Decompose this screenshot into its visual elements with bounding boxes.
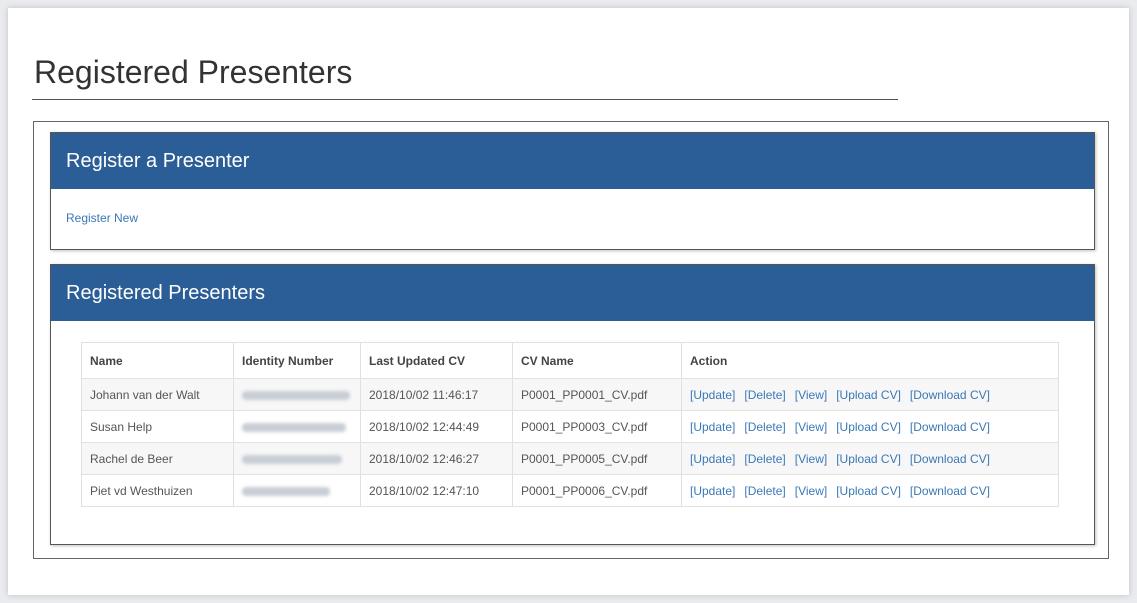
redacted-identity-number bbox=[242, 486, 330, 496]
download-cv-link[interactable]: [Download CV] bbox=[910, 452, 990, 466]
view-link[interactable]: [View] bbox=[795, 452, 827, 466]
page-card: Registered Presenters Register a Present… bbox=[8, 8, 1129, 595]
cell-name: Piet vd Westhuizen bbox=[81, 474, 234, 507]
download-cv-link[interactable]: [Download CV] bbox=[910, 420, 990, 434]
upload-cv-link[interactable]: [Upload CV] bbox=[836, 484, 901, 498]
presenters-table: Name Identity Number Last Updated CV CV … bbox=[81, 342, 1059, 507]
cell-identity-number bbox=[233, 474, 361, 507]
upload-cv-link[interactable]: [Upload CV] bbox=[836, 388, 901, 402]
download-cv-link[interactable]: [Download CV] bbox=[910, 484, 990, 498]
cell-last-updated: 2018/10/02 12:44:49 bbox=[360, 410, 513, 443]
cell-actions: [Update] [Delete] [View] [Upload CV] [Downlo… bbox=[681, 474, 1059, 507]
update-link[interactable]: [Update] bbox=[690, 452, 735, 466]
column-header-identity-number: Identity Number bbox=[233, 342, 361, 379]
update-link[interactable]: [Update] bbox=[690, 388, 735, 402]
cell-actions: [Update] [Delete] [View] [Upload CV] [Downlo… bbox=[681, 378, 1059, 411]
cell-identity-number bbox=[233, 410, 361, 443]
register-panel-header: Register a Presenter bbox=[51, 133, 1094, 189]
column-header-action: Action bbox=[681, 342, 1059, 379]
cell-name: Susan Help bbox=[81, 410, 234, 443]
cell-identity-number bbox=[233, 378, 361, 411]
delete-link[interactable]: [Delete] bbox=[744, 388, 785, 402]
table-row: Susan Help 2018/10/02 12:44:49 P0001_PP0… bbox=[81, 410, 1059, 443]
update-link[interactable]: [Update] bbox=[690, 484, 735, 498]
upload-cv-link[interactable]: [Upload CV] bbox=[836, 420, 901, 434]
cell-name: Rachel de Beer bbox=[81, 442, 234, 475]
register-panel: Register a Presenter Register New bbox=[50, 132, 1095, 250]
table-row: Rachel de Beer 2018/10/02 12:46:27 P0001… bbox=[81, 442, 1059, 475]
download-cv-link[interactable]: [Download CV] bbox=[910, 388, 990, 402]
upload-cv-link[interactable]: [Upload CV] bbox=[836, 452, 901, 466]
redacted-identity-number bbox=[242, 390, 350, 400]
page-title: Registered Presenters bbox=[34, 54, 353, 90]
table-row: Johann van der Walt 2018/10/02 11:46:17 … bbox=[81, 378, 1059, 411]
cell-cv-name: P0001_PP0003_CV.pdf bbox=[512, 410, 682, 443]
delete-link[interactable]: [Delete] bbox=[744, 484, 785, 498]
content-container: Register a Presenter Register New Regist… bbox=[33, 121, 1109, 559]
column-header-cv-name: CV Name bbox=[512, 342, 682, 379]
redacted-identity-number bbox=[242, 422, 346, 432]
view-link[interactable]: [View] bbox=[795, 420, 827, 434]
view-link[interactable]: [View] bbox=[795, 388, 827, 402]
table-row: Piet vd Westhuizen 2018/10/02 12:47:10 P… bbox=[81, 474, 1059, 507]
register-new-link[interactable]: Register New bbox=[66, 211, 138, 225]
delete-link[interactable]: [Delete] bbox=[744, 420, 785, 434]
column-header-last-updated: Last Updated CV bbox=[360, 342, 513, 379]
cell-last-updated: 2018/10/02 12:46:27 bbox=[360, 442, 513, 475]
cell-actions: [Update] [Delete] [View] [Upload CV] [Downlo… bbox=[681, 410, 1059, 443]
cell-cv-name: P0001_PP0005_CV.pdf bbox=[512, 442, 682, 475]
update-link[interactable]: [Update] bbox=[690, 420, 735, 434]
cell-cv-name: P0001_PP0006_CV.pdf bbox=[512, 474, 682, 507]
presenters-panel: Registered Presenters Name Identity Numb… bbox=[50, 264, 1095, 545]
cell-identity-number bbox=[233, 442, 361, 475]
table-header-row: Name Identity Number Last Updated CV CV … bbox=[81, 342, 1059, 379]
cell-last-updated: 2018/10/02 11:46:17 bbox=[360, 378, 513, 411]
title-divider bbox=[32, 99, 898, 100]
delete-link[interactable]: [Delete] bbox=[744, 452, 785, 466]
cell-last-updated: 2018/10/02 12:47:10 bbox=[360, 474, 513, 507]
cell-actions: [Update] [Delete] [View] [Upload CV] [Downlo… bbox=[681, 442, 1059, 475]
column-header-name: Name bbox=[81, 342, 234, 379]
redacted-identity-number bbox=[242, 454, 342, 464]
presenters-panel-header: Registered Presenters bbox=[51, 265, 1094, 321]
view-link[interactable]: [View] bbox=[795, 484, 827, 498]
cell-name: Johann van der Walt bbox=[81, 378, 234, 411]
cell-cv-name: P0001_PP0001_CV.pdf bbox=[512, 378, 682, 411]
